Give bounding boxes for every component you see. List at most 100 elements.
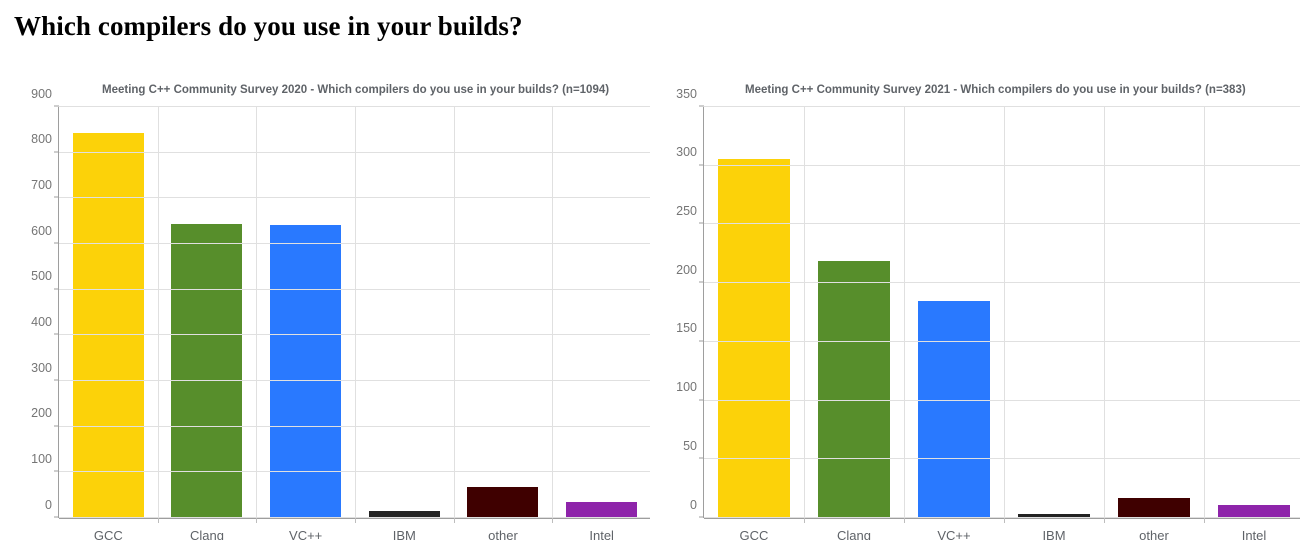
bar-gcc[interactable]	[72, 132, 144, 518]
y-axis-tick-mark	[54, 242, 59, 244]
bar-other[interactable]	[1118, 498, 1190, 518]
category-divider	[804, 107, 805, 518]
x-axis-tick-label: IBM	[1042, 528, 1066, 540]
x-axis-tick-mark	[804, 518, 805, 523]
bar-group: Intel	[552, 107, 650, 540]
x-axis-tick-label: Clang	[190, 528, 224, 540]
chart-2021-axis-baseline	[704, 518, 1300, 519]
y-axis-tick-mark	[54, 288, 59, 290]
y-axis-tick-label: 350	[676, 86, 697, 101]
category-divider	[1204, 107, 1205, 518]
bar-clang[interactable]	[818, 260, 890, 518]
x-axis-tick-mark	[256, 518, 258, 523]
bar-group: IBM	[355, 107, 454, 540]
y-axis-tick-mark	[54, 425, 59, 427]
category-divider	[157, 107, 159, 518]
bar-group: VC++	[904, 107, 1004, 540]
x-axis-tick-mark	[355, 518, 356, 523]
x-axis-tick-label: GCC	[93, 528, 123, 540]
bar-group: GCC	[704, 107, 804, 540]
chart-2021-bars: GCC Clang VC++ IBM other Intel	[704, 107, 1300, 540]
y-axis-tick-label: 50	[683, 438, 697, 453]
category-divider	[355, 107, 356, 518]
category-divider	[453, 107, 455, 518]
y-axis-tick-label: 0	[690, 497, 697, 512]
bar-intel[interactable]	[566, 502, 638, 518]
bar-group: GCC	[59, 107, 158, 540]
y-axis-tick-mark	[699, 222, 704, 224]
page-title: Which compilers do you use in your build…	[14, 11, 523, 41]
x-axis-tick-mark	[1004, 518, 1005, 523]
category-divider	[1104, 107, 1105, 518]
x-axis-tick-label: Intel	[1241, 528, 1267, 540]
y-axis-tick-label: 700	[31, 177, 52, 192]
y-axis-tick-mark	[54, 105, 59, 107]
category-divider	[256, 107, 258, 518]
bar-vcpp[interactable]	[918, 300, 990, 518]
bar-group: IBM	[1004, 107, 1104, 540]
y-axis-tick-mark	[54, 151, 59, 153]
y-axis-tick-label: 400	[31, 314, 52, 329]
y-axis-tick-mark	[699, 457, 704, 459]
chart-2020-clip: Meeting C++ Community Survey 2020 - Whic…	[0, 80, 650, 540]
bar-group: other	[1104, 107, 1204, 540]
y-axis-tick-label: 150	[676, 321, 697, 336]
bar-other[interactable]	[467, 487, 539, 518]
bar-group: Clang	[158, 107, 257, 540]
chart-2021-clip: Meeting C++ Community Survey 2021 - Whic…	[650, 80, 1300, 540]
bar-group: Clang	[804, 107, 904, 540]
y-axis-tick-label: 200	[31, 406, 52, 421]
y-axis-tick-label: 250	[676, 203, 697, 218]
y-axis-tick-mark	[54, 379, 59, 381]
y-axis-tick-label: 100	[676, 380, 697, 395]
y-axis-tick-label: 900	[31, 86, 52, 101]
x-axis-tick-mark	[157, 518, 159, 523]
category-divider	[904, 107, 905, 518]
gridline	[704, 458, 1300, 460]
x-axis-tick-label: other	[488, 528, 518, 540]
y-axis-tick-label: 0	[45, 497, 52, 512]
x-axis-tick-mark	[453, 518, 455, 523]
y-axis-tick-label: 800	[31, 132, 52, 147]
y-axis-tick-mark	[54, 196, 59, 198]
bar-vcpp[interactable]	[270, 224, 342, 518]
y-axis-tick-label: 300	[676, 145, 697, 160]
y-axis-tick-mark	[54, 470, 59, 472]
chart-2020-title: Meeting C++ Community Survey 2020 - Whic…	[102, 84, 610, 96]
x-axis-tick-mark	[1104, 518, 1105, 523]
y-axis-tick-mark	[699, 105, 704, 107]
x-axis-tick-label: VC++	[289, 528, 323, 540]
x-axis-tick-label: Clang	[837, 528, 871, 540]
x-axis-tick-mark	[1204, 518, 1205, 523]
gridline	[704, 164, 1300, 166]
x-axis-tick-label: VC++	[937, 528, 971, 540]
y-axis-tick-label: 500	[31, 269, 52, 284]
category-divider	[552, 107, 554, 518]
gridline	[704, 106, 1300, 107]
bar-gcc[interactable]	[718, 158, 790, 518]
y-axis-tick-mark	[699, 340, 704, 342]
y-axis-tick-label: 600	[31, 223, 52, 238]
y-axis-tick-label: 300	[31, 360, 52, 375]
x-axis-tick-mark	[904, 518, 905, 523]
y-axis-tick-mark	[699, 516, 704, 518]
category-divider	[1004, 107, 1005, 518]
x-axis-tick-mark	[552, 518, 554, 523]
y-axis-tick-mark	[699, 164, 704, 166]
bar-group: VC++	[256, 107, 355, 540]
chart-2021-panel: Meeting C++ Community Survey 2021 - Whic…	[650, 80, 1300, 540]
y-axis-tick-mark	[54, 516, 59, 518]
bar-clang[interactable]	[171, 223, 243, 518]
chart-2020-plot-area: GCC Clang VC++ IBM other Intel 0 100 200 300 400 5…	[31, 87, 650, 540]
y-axis-tick-mark	[699, 399, 704, 401]
gridline	[704, 340, 1300, 342]
chart-2021-plot-area: GCC Clang VC++ IBM other Intel 0 50 100 150 200 25…	[676, 87, 1300, 540]
gridline	[704, 517, 1300, 518]
gridline	[704, 282, 1300, 284]
chart-2020-panel: Meeting C++ Community Survey 2020 - Whic…	[0, 80, 650, 540]
x-axis-tick-label: IBM	[392, 528, 416, 540]
gridline	[704, 399, 1300, 401]
x-axis-tick-label: other	[1139, 528, 1169, 540]
bar-group: other	[454, 107, 553, 540]
y-axis-tick-label: 200	[676, 262, 697, 277]
